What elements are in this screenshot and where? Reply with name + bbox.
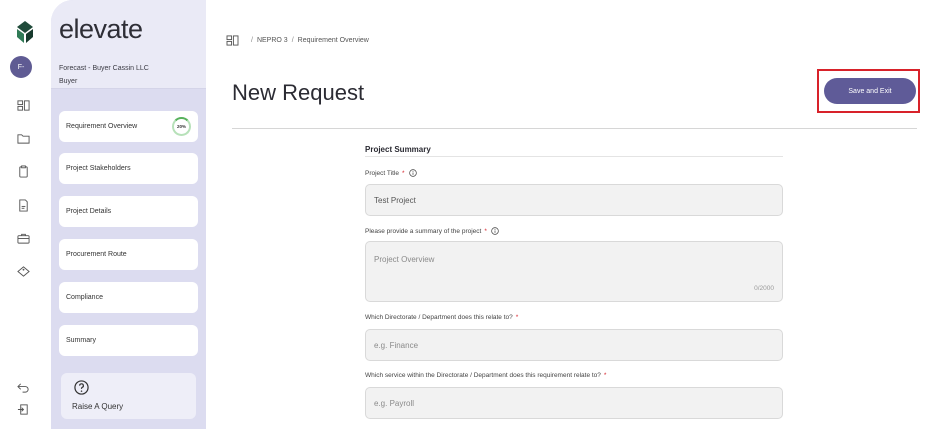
dashboard-icon[interactable] [226, 34, 239, 46]
step-compliance[interactable]: Compliance [59, 282, 198, 313]
header-divider [232, 128, 917, 129]
app-logo-icon [13, 20, 37, 44]
breadcrumb-separator: / [251, 36, 253, 44]
step-summary[interactable]: Summary [59, 325, 198, 356]
directorate-input[interactable]: e.g. Finance [365, 329, 783, 361]
undo-icon[interactable] [16, 380, 30, 394]
page-title: New Request [232, 80, 365, 105]
steps-panel: elevate Forecast - Buyer Cassin LLC Buye… [51, 0, 206, 429]
step-requirement-overview[interactable]: Requirement Overview 20% [59, 111, 198, 142]
required-marker: * [484, 227, 487, 235]
org-role: Buyer [59, 78, 78, 85]
character-count: 0/2000 [754, 285, 774, 292]
directorate-label: Which Directorate / Department does this… [365, 314, 518, 321]
dashboard-icon[interactable] [16, 98, 30, 112]
step-label: Project Stakeholders [66, 165, 131, 172]
breadcrumb-item-current: Requirement Overview [297, 36, 369, 44]
section-title: Project Summary [365, 145, 431, 154]
summary-label: Please provide a summary of the project … [365, 227, 499, 235]
breadcrumb-separator: / [291, 36, 294, 44]
left-rail: F- [0, 0, 51, 429]
required-marker: * [515, 314, 519, 321]
section-divider [365, 156, 783, 157]
step-label: Summary [66, 337, 96, 344]
org-name: Forecast - Buyer Cassin LLC [59, 65, 149, 72]
step-label: Requirement Overview [66, 123, 138, 130]
step-project-details[interactable]: Project Details [59, 196, 198, 227]
info-icon[interactable] [491, 227, 499, 235]
folder-icon[interactable] [16, 131, 30, 145]
document-icon[interactable] [16, 198, 30, 212]
avatar[interactable]: F- [10, 56, 32, 78]
info-icon[interactable] [408, 169, 417, 177]
save-and-exit-button[interactable]: Save and Exit [824, 78, 916, 104]
brand-name: elevate [59, 14, 143, 44]
panel-header: elevate Forecast - Buyer Cassin LLC Buye… [51, 0, 206, 89]
service-input[interactable]: e.g. Payroll [365, 387, 783, 419]
raise-query-label: Raise A Query [72, 402, 124, 411]
briefcase-icon[interactable] [16, 231, 30, 245]
step-label: Procurement Route [66, 251, 127, 258]
progress-ring: 20% [172, 117, 191, 136]
tags-icon[interactable] [16, 264, 30, 278]
label-text: Which service within the Directorate / D… [365, 372, 601, 379]
step-label: Project Details [66, 208, 112, 215]
step-label: Compliance [66, 294, 103, 301]
required-marker: * [603, 372, 607, 379]
project-title-input[interactable]: Test Project [365, 184, 783, 216]
logout-icon[interactable] [16, 402, 30, 416]
breadcrumb-item-nepro[interactable]: NEPRO 3 [257, 37, 288, 44]
summary-placeholder: Project Overview [374, 255, 435, 264]
step-project-stakeholders[interactable]: Project Stakeholders [59, 153, 198, 184]
summary-textarea[interactable]: Project Overview 0/2000 [365, 241, 783, 302]
raise-query-button[interactable]: Raise A Query [61, 373, 196, 419]
service-label: Which service within the Directorate / D… [365, 372, 606, 379]
breadcrumb: / NEPRO 3 / Requirement Overview [226, 34, 369, 46]
step-procurement-route[interactable]: Procurement Route [59, 239, 198, 270]
label-text: Which Directorate / Department does this… [365, 314, 513, 321]
label-text: Please provide a summary of the project [365, 227, 482, 235]
clipboard-icon[interactable] [16, 164, 30, 178]
help-icon [74, 380, 89, 395]
label-text: Project Title [365, 169, 399, 177]
required-marker: * [401, 169, 405, 177]
org-info: Forecast - Buyer Cassin LLC Buyer [59, 62, 149, 88]
project-title-label: Project Title * [365, 169, 417, 177]
